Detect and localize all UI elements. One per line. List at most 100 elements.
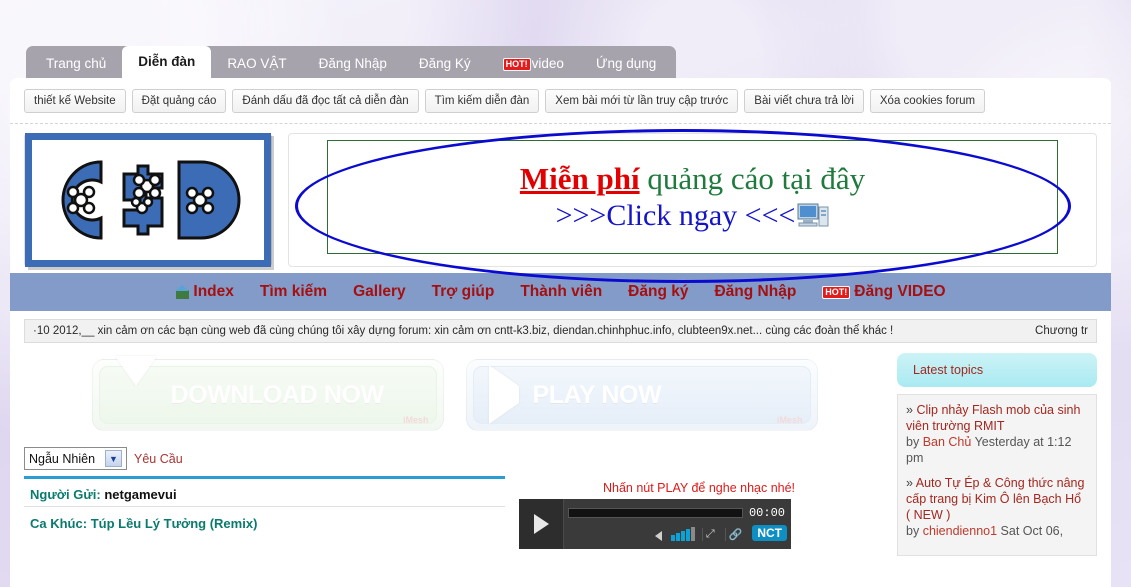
marquee-tail-text: Chương tr — [1035, 325, 1088, 337]
banner-ad-text: quảng cáo tại đây — [639, 161, 866, 196]
chevron-down-icon[interactable]: ▼ — [105, 450, 123, 467]
nav-item-thanh-vien[interactable]: Thành viên — [520, 283, 602, 301]
toolbar-button-tim-kiem-dien-dan[interactable]: Tìm kiếm diễn đàn — [424, 89, 540, 113]
ad-button-row: DOWNLOAD NOW iMesh PLAY NOW iMesh — [24, 353, 885, 435]
toolbar-button-thiet-ke-website[interactable]: thiết kế Website — [24, 89, 126, 113]
topic-link[interactable]: Clip nhảy Flash mob của sinh viên trường… — [906, 403, 1080, 433]
nav-item-dang-video[interactable]: HOT! Đăng VIDEO — [822, 283, 946, 301]
banner-line-2: >>>Click ngay <<< — [556, 199, 830, 233]
play-icon — [533, 514, 549, 534]
announcement-marquee: ·10 2012,__ xin cảm ơn các bạn cùng web … — [24, 319, 1097, 343]
playback-mode-value: Ngẫu Nhiên — [29, 451, 96, 466]
topic-author-link[interactable]: chiendienno1 — [923, 524, 997, 538]
sidebar: Latest topics » Clip nhảy Flash mob của … — [897, 353, 1097, 556]
forum-toolbar: thiết kế Website Đặt quảng cáo Đánh dấu … — [10, 78, 1111, 124]
nav-item-dang-ky[interactable]: Đăng ký — [628, 283, 688, 301]
nav-item-gallery[interactable]: Gallery — [353, 283, 406, 301]
link-icon[interactable]: 🔗 — [724, 528, 746, 541]
toolbar-button-danh-dau-da-doc[interactable]: Đánh dấu đã đọc tất cả diễn đàn — [232, 89, 419, 113]
nav-item-tro-giup[interactable]: Trợ giúp — [432, 283, 495, 301]
list-item: » Auto Tự Ép & Công thức nâng cấp trang … — [906, 475, 1088, 539]
music-player[interactable]: 00:00 ⤢ 🔗 NCT — [519, 499, 791, 549]
tab-ung-dung[interactable]: Ứng dụng — [580, 50, 672, 78]
imesh-brand-label: iMesh — [402, 415, 429, 425]
player-time: 00:00 — [748, 506, 785, 520]
toolbar-button-bai-viet-chua-tra-loi[interactable]: Bài viết chưa trả lời — [744, 89, 864, 113]
hot-badge-icon: HOT! — [502, 57, 531, 71]
nav-item-index[interactable]: Index — [175, 283, 234, 301]
logo-inner-frame — [25, 133, 271, 267]
csd-logo-icon — [61, 160, 241, 240]
player-column: Nhấn nút PLAY để nghe nhạc nhé! 00:00 ⤢ … — [513, 435, 885, 549]
request-link[interactable]: Yêu Cầu — [134, 452, 183, 466]
topic-bullet: » — [906, 476, 913, 490]
player-hint-text: Nhấn nút PLAY để nghe nhạc nhé! — [602, 481, 796, 495]
sidebar-title: Latest topics — [897, 353, 1097, 387]
play-now-label: PLAY NOW — [532, 380, 662, 409]
song-label: Ca Khúc: — [30, 516, 88, 531]
sender-row: Người Gửi: netgamevui — [24, 479, 505, 507]
nav-item-dang-nhap[interactable]: Đăng Nhập — [714, 283, 796, 301]
play-triangle-icon — [488, 365, 519, 424]
song-row: Ca Khúc: Túp Lều Lý Tưởng (Remix) — [24, 507, 505, 535]
expand-icon[interactable]: ⤢ — [701, 528, 718, 541]
player-controls-row: ⤢ 🔗 NCT — [564, 520, 791, 541]
computer-icon — [797, 203, 829, 227]
volume-bars[interactable] — [670, 527, 695, 541]
list-item: » Clip nhảy Flash mob của sinh viên trườ… — [906, 402, 1088, 466]
main-column: DOWNLOAD NOW iMesh PLAY NOW iMesh Ngẫu N… — [24, 353, 885, 556]
toolbar-button-xem-bai-moi[interactable]: Xem bài mới từ lần truy cập trước — [545, 89, 739, 113]
banner-line-1: Miễn phí quảng cáo tại đây — [520, 161, 865, 197]
banner-click-text: >>>Click ngay <<< — [555, 199, 796, 232]
tab-trang-chu[interactable]: Trang chủ — [30, 50, 122, 78]
marquee-text: ·10 2012,__ xin cảm ơn các bạn cùng web … — [33, 325, 894, 337]
toolbar-button-xoa-cookies[interactable]: Xóa cookies forum — [869, 89, 986, 113]
tab-video[interactable]: HOT! video — [487, 50, 580, 78]
topic-meta: by Ban Chủ Yesterday at 1:12 pm — [906, 434, 1088, 466]
music-controls: Ngẫu Nhiên ▼ Yêu Cầu — [24, 447, 505, 470]
content-columns: DOWNLOAD NOW iMesh PLAY NOW iMesh Ngẫu N… — [10, 343, 1111, 556]
player-progress-row: 00:00 — [564, 499, 791, 520]
topic-meta: by chiendienno1 Sat Oct 06, — [906, 523, 1088, 539]
sender-value: netgamevui — [104, 487, 177, 502]
topic-author-link[interactable]: Ban Chủ — [923, 435, 972, 449]
sidebar-topics-list: » Clip nhảy Flash mob của sinh viên trườ… — [897, 394, 1097, 556]
download-now-button[interactable]: DOWNLOAD NOW iMesh — [91, 356, 444, 431]
page-sheet: thiết kế Website Đặt quảng cáo Đánh dấu … — [10, 78, 1111, 587]
tab-dang-ky[interactable]: Đăng Ký — [403, 50, 487, 78]
download-now-label: DOWNLOAD NOW — [170, 380, 385, 409]
tab-dien-dan[interactable]: Diễn đàn — [122, 46, 212, 78]
nav-item-tim-kiem[interactable]: Tìm kiếm — [260, 283, 327, 301]
player-progress-bar[interactable] — [568, 508, 743, 518]
toolbar-button-dat-quang-cao[interactable]: Đặt quảng cáo — [131, 89, 227, 113]
sender-label: Người Gửi: — [30, 487, 101, 502]
player-play-button[interactable] — [519, 499, 564, 549]
player-body: 00:00 ⤢ 🔗 NCT — [564, 499, 791, 549]
topic-timestamp: Sat Oct 06, — [1000, 524, 1064, 538]
topic-link[interactable]: Auto Tự Ép & Công thức nâng cấp trang bị… — [906, 476, 1084, 522]
banner-free-text: Miễn phí — [519, 161, 640, 196]
site-logo[interactable] — [24, 133, 272, 267]
banner-inner: Miễn phí quảng cáo tại đây >>>Click ngay… — [327, 140, 1058, 254]
song-value: Túp Lều Lý Tưởng (Remix) — [90, 516, 258, 531]
imesh-brand-label: iMesh — [776, 415, 803, 425]
tab-video-label: video — [531, 56, 564, 71]
hot-badge-icon: HOT! — [822, 285, 851, 299]
tab-rao-vat[interactable]: RAO VẬT — [211, 50, 302, 78]
site-header: Miễn phí quảng cáo tại đây >>>Click ngay… — [10, 124, 1111, 283]
nct-brand-logo[interactable]: NCT — [752, 525, 787, 541]
site-tab-bar: Trang chủ Diễn đàn RAO VẬT Đăng Nhập Đăn… — [26, 46, 677, 78]
advertising-banner[interactable]: Miễn phí quảng cáo tại đây >>>Click ngay… — [288, 129, 1097, 283]
main-navigation: Index Tìm kiếm Gallery Trợ giúp Thành vi… — [10, 273, 1111, 311]
nav-label-index: Index — [193, 283, 234, 300]
speaker-icon[interactable] — [654, 531, 662, 541]
nav-label-dang-video: Đăng VIDEO — [854, 283, 946, 300]
by-label: by — [906, 435, 920, 449]
topic-bullet: » — [906, 403, 913, 417]
playback-mode-select[interactable]: Ngẫu Nhiên ▼ — [24, 447, 128, 470]
play-now-button[interactable]: PLAY NOW iMesh — [465, 359, 818, 431]
by-label: by — [906, 524, 920, 538]
tab-dang-nhap[interactable]: Đăng Nhập — [303, 50, 403, 78]
download-triangle-icon — [114, 356, 157, 404]
home-icon — [175, 285, 190, 299]
